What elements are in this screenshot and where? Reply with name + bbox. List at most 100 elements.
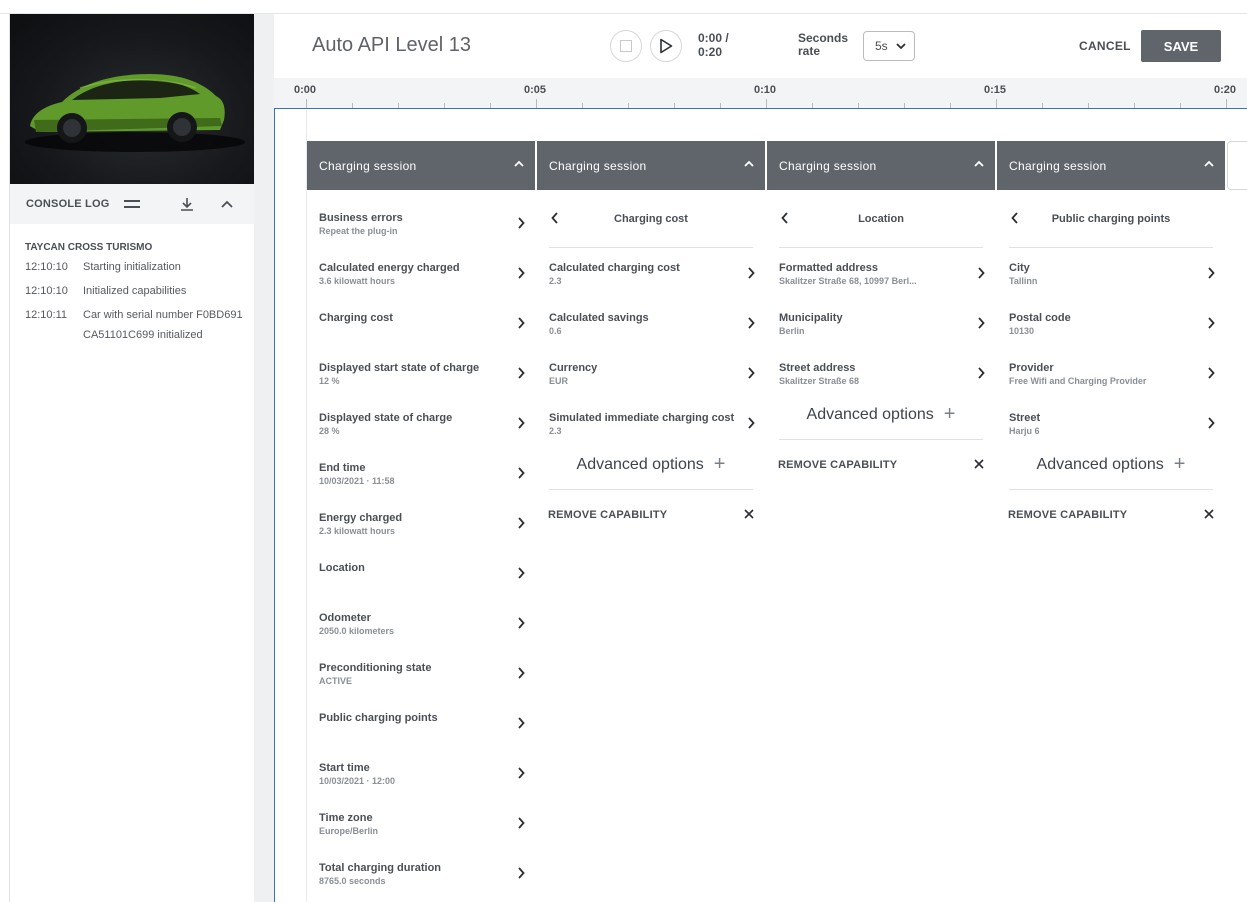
chevron-right-icon [518, 617, 525, 629]
capability-card: Charging session Charging cost Calculate… [537, 141, 765, 540]
chevron-right-icon [978, 367, 985, 379]
advanced-options-button[interactable]: Advanced options + [779, 390, 983, 440]
menu-icon[interactable] [122, 194, 142, 214]
property-name: Displayed state of charge [319, 412, 453, 424]
property-row[interactable]: Formatted address Skalitzer Straße 68, 10… [767, 248, 995, 290]
chevron-left-icon[interactable] [1011, 212, 1019, 224]
card-header[interactable]: Charging session [537, 141, 765, 190]
property-row[interactable]: Total charging duration 8765.0 seconds [307, 840, 535, 890]
property-name: Location [319, 562, 365, 574]
property-row[interactable]: Displayed state of charge 28 % [307, 390, 535, 440]
chevron-right-icon [518, 767, 525, 779]
tick-label: 0:00 [294, 84, 317, 96]
chevron-right-icon [518, 517, 525, 529]
time-total: 0:20 [698, 45, 723, 59]
chevron-right-icon [1208, 317, 1215, 329]
property-value: Skalitzer Straße 68, 10997 Berl... [779, 276, 917, 286]
remove-capability-button[interactable]: REMOVE CAPABILITY [778, 440, 985, 490]
chevron-right-icon [1208, 267, 1215, 279]
property-row[interactable]: Calculated charging cost 2.3 [537, 248, 765, 290]
header: Auto API Level 13 0:00 / 0:20 Seconds ra… [274, 14, 1247, 78]
chevron-right-icon [978, 267, 985, 279]
log-time: 12:10:10 [25, 261, 68, 273]
remove-capability-label: REMOVE CAPABILITY [548, 509, 668, 521]
rate-value: 5s [875, 39, 888, 53]
chevron-left-icon[interactable] [551, 212, 559, 224]
property-name: Start time [319, 762, 370, 774]
capability-card: Charging session Business errors Repeat t… [307, 141, 535, 890]
capability-canvas: Charging session Business errors Repeat t… [274, 108, 1247, 902]
chevron-right-icon [748, 267, 755, 279]
vehicle-image [10, 14, 254, 184]
property-row[interactable]: Energy charged 2.3 kilowatt hours [307, 490, 535, 540]
chevron-up-icon [514, 160, 524, 167]
chevron-right-icon [978, 317, 985, 329]
property-row[interactable]: Street address Skalitzer Straße 68 [767, 340, 995, 390]
stop-button[interactable] [610, 30, 642, 62]
property-name: Displayed start state of charge [319, 362, 480, 374]
chevron-left-icon[interactable] [781, 212, 789, 224]
sub-header-title: Public charging points [1051, 212, 1171, 225]
log-entry: 12:10:11 Car with serial number F0BD691C… [25, 305, 247, 345]
advanced-options-button[interactable]: Advanced options + [549, 440, 753, 490]
property-name: Time zone [319, 812, 373, 824]
property-name: Charging cost [319, 312, 393, 324]
property-row[interactable]: Displayed start state of charge 12 % [307, 340, 535, 390]
rate-select[interactable]: 5s [863, 31, 915, 61]
download-icon[interactable] [177, 194, 197, 214]
time-readout: 0:00 / 0:20 [698, 31, 738, 59]
cancel-button[interactable]: CANCEL [1079, 39, 1131, 53]
chevron-up-icon[interactable] [217, 194, 237, 214]
property-row[interactable]: City Tallinn [997, 248, 1225, 290]
card-header[interactable]: Charging session [307, 141, 535, 190]
property-row[interactable]: Business errors Repeat the plug-in [307, 190, 535, 240]
property-row[interactable]: Odometer 2050.0 kilometers [307, 590, 535, 640]
log-message: Initialized capabilities [83, 285, 187, 297]
property-value: Europe/Berlin [319, 826, 379, 836]
sub-header-title: Location [858, 212, 904, 225]
property-row[interactable]: Public charging points [307, 690, 535, 740]
play-button[interactable] [650, 30, 682, 62]
property-row[interactable]: Charging cost [307, 290, 535, 340]
play-icon [660, 38, 673, 54]
remove-capability-button[interactable]: REMOVE CAPABILITY [548, 490, 755, 540]
property-value: 10/03/2021 · 11:58 [319, 476, 395, 486]
property-row[interactable]: Simulated immediate charging cost 2.3 [537, 390, 765, 440]
property-row[interactable]: Calculated savings 0.6 [537, 290, 765, 340]
property-row[interactable]: Provider Free Wifi and Charging Provider [997, 340, 1225, 390]
next-card-edge[interactable] [1227, 141, 1247, 190]
property-row[interactable]: End time 10/03/2021 · 11:58 [307, 440, 535, 490]
property-row[interactable]: Calculated energy charged 3.6 kilowatt ho… [307, 240, 535, 290]
advanced-options-button[interactable]: Advanced options + [1009, 440, 1213, 490]
property-row[interactable]: Street Harju 6 [997, 390, 1225, 440]
property-value: 8765.0 seconds [319, 876, 386, 886]
property-row[interactable]: Preconditioning state ACTIVE [307, 640, 535, 690]
resize-divider[interactable] [254, 14, 274, 902]
timeline-ruler[interactable]: 0:00 0:05 0:10 0:15 0:20 [274, 78, 1247, 108]
chevron-right-icon [518, 267, 525, 279]
property-value: 3.6 kilowatt hours [319, 276, 396, 286]
property-name: Currency [549, 362, 598, 374]
log-time: 12:10:11 [25, 309, 68, 321]
remove-capability-button[interactable]: REMOVE CAPABILITY [1008, 490, 1215, 540]
card-header[interactable]: Charging session [997, 141, 1225, 190]
property-row[interactable]: Start time 10/03/2021 · 12:00 [307, 740, 535, 790]
property-row[interactable]: Time zone Europe/Berlin [307, 790, 535, 840]
property-row[interactable]: Location [307, 540, 535, 590]
property-row[interactable]: Municipality Berlin [767, 290, 995, 340]
property-value: 10/03/2021 · 12:00 [319, 776, 396, 786]
card-title: Charging session [779, 158, 877, 173]
card-header[interactable]: Charging session [767, 141, 995, 190]
console-title: CONSOLE LOG [26, 198, 110, 210]
property-name: Provider [1009, 362, 1054, 374]
remove-capability-label: REMOVE CAPABILITY [778, 459, 898, 471]
console-log: TAYCAN CROSS TURISMO 12:10:10 Starting i… [25, 242, 247, 349]
property-row[interactable]: Currency EUR [537, 340, 765, 390]
save-button[interactable]: SAVE [1141, 30, 1221, 62]
property-value: 0.6 [549, 326, 562, 336]
chevron-right-icon [518, 467, 525, 479]
sidebar: CONSOLE LOG TAYCAN CROSS TURISMO 12:10:1… [10, 14, 254, 902]
card-title: Charging session [549, 158, 647, 173]
chevron-right-icon [518, 717, 525, 729]
property-row[interactable]: Postal code 10130 [997, 290, 1225, 340]
